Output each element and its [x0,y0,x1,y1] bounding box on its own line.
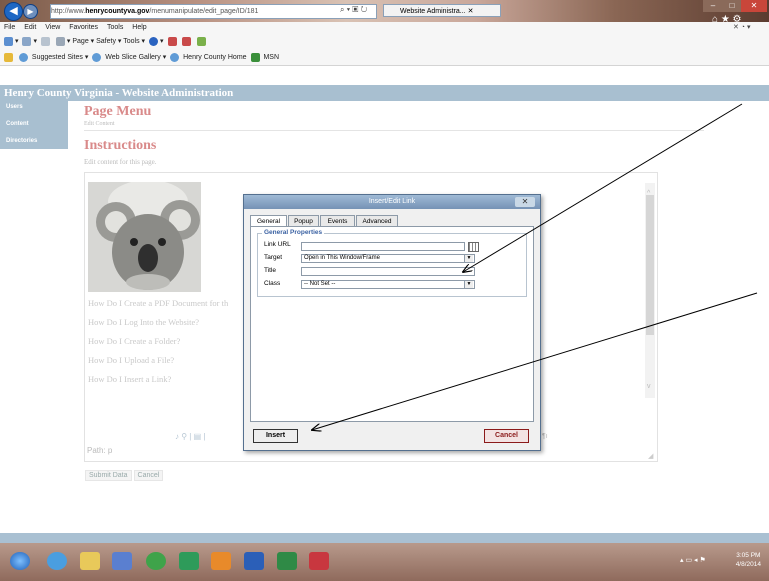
app-taskbar-icon[interactable] [146,552,166,570]
system-tray-icons[interactable]: ▴ ▭ ◂ ⚑ [680,556,706,564]
excel-taskbar-icon[interactable] [277,552,297,570]
annotation-arrows [0,103,758,581]
clock-date: 4/8/2014 [735,561,761,568]
clock-time: 3:05 PM [736,552,761,559]
ie-taskbar-icon[interactable] [47,552,67,570]
arrow-to-insert-button [312,292,758,430]
media-taskbar-icon[interactable] [112,552,132,570]
app-taskbar-icon-2[interactable] [179,552,199,570]
explorer-taskbar-icon[interactable] [80,552,100,570]
arrow-to-title-field [463,103,743,272]
clock[interactable]: 3:05 PM 4/8/2014 [736,551,761,569]
access-taskbar-icon[interactable] [309,552,329,570]
page-bottom-band [0,533,769,543]
start-button-icon[interactable] [10,552,30,570]
word-taskbar-icon[interactable] [244,552,264,570]
outlook-taskbar-icon[interactable] [211,552,231,570]
